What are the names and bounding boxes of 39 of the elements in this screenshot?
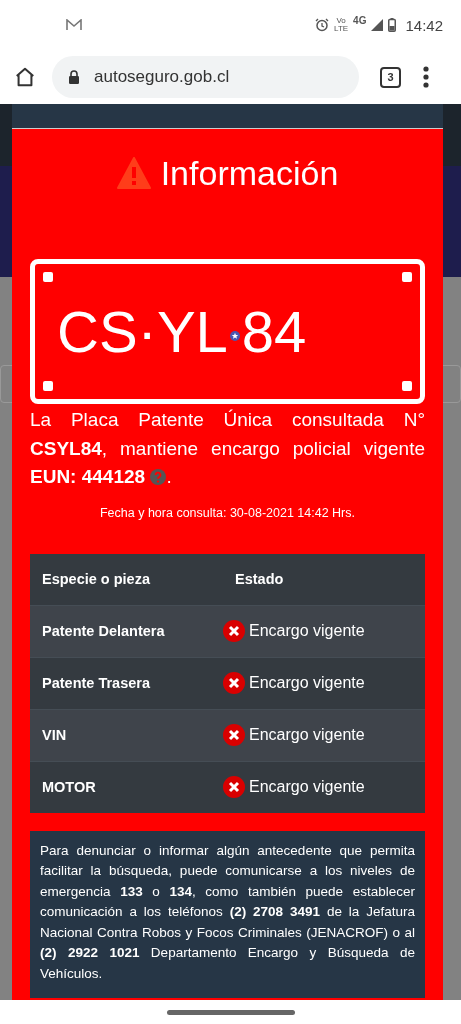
plate-text: 84 xyxy=(241,301,307,362)
plate-hole xyxy=(402,272,412,282)
battery-icon xyxy=(388,18,397,32)
result-message: La Placa Patente Única consultada N° CSYL84, mantiene encargo policial vigente EUN: 444128 . xyxy=(30,408,425,489)
column-header: Estado xyxy=(234,571,285,587)
gesture-handle[interactable] xyxy=(166,1009,295,1015)
table-cell-text: Patente Trasera xyxy=(41,675,151,691)
tab-count-button[interactable]: 3 xyxy=(380,66,401,88)
plate-hole xyxy=(43,381,53,391)
signal-icon xyxy=(371,19,384,31)
address-bar[interactable]: autoseguro.gob.cl xyxy=(52,56,359,98)
query-date: Fecha y hora consulta: 30-08-2021 14:42 Hrs. xyxy=(99,505,356,520)
error-icon xyxy=(223,672,245,694)
warning-icon xyxy=(116,157,151,189)
menu-icon[interactable] xyxy=(423,66,429,88)
error-icon xyxy=(223,724,245,746)
error-icon xyxy=(223,620,245,642)
lock-icon xyxy=(68,70,80,84)
plate-hole xyxy=(402,381,412,391)
table-cell-text: MOTOR xyxy=(41,779,97,795)
status-text: Encargo vigente xyxy=(249,726,365,744)
error-icon xyxy=(223,776,245,798)
star-emblem-icon xyxy=(229,330,240,341)
clock-time: 14:42 xyxy=(405,16,443,34)
table-cell-text: VIN xyxy=(41,727,68,743)
home-icon[interactable] xyxy=(14,66,36,88)
plate-hole xyxy=(43,272,53,282)
status-text: Encargo vigente xyxy=(249,778,365,796)
table-cell-text: Patente Delantera xyxy=(41,623,166,639)
notice-text: Para denunciar o informar algún antecedente que permita facilitar la búsqueda, puede comunicarse a los niveles de emergencia 133 o 134, como también puede establecer comunicación a los teléfonos (2) 2708 3491 de la Jefatura Nacional Contra Robos y Focos Criminales (JENACROF) o al (2) 2922 1021 Departamento Encargo y Búsqueda de Vehículos. xyxy=(30,830,425,998)
modal-title: Información xyxy=(160,153,339,193)
column-header: Especie o pieza xyxy=(41,571,151,587)
volte-label: Vo LTE xyxy=(334,17,349,33)
mail-icon xyxy=(66,19,82,31)
alarm-icon xyxy=(315,18,330,32)
network-label: 4G xyxy=(353,14,367,26)
status-text: Encargo vigente xyxy=(249,622,365,640)
plate-text: CS·YL xyxy=(57,301,228,362)
status-text: Encargo vigente xyxy=(249,674,365,692)
